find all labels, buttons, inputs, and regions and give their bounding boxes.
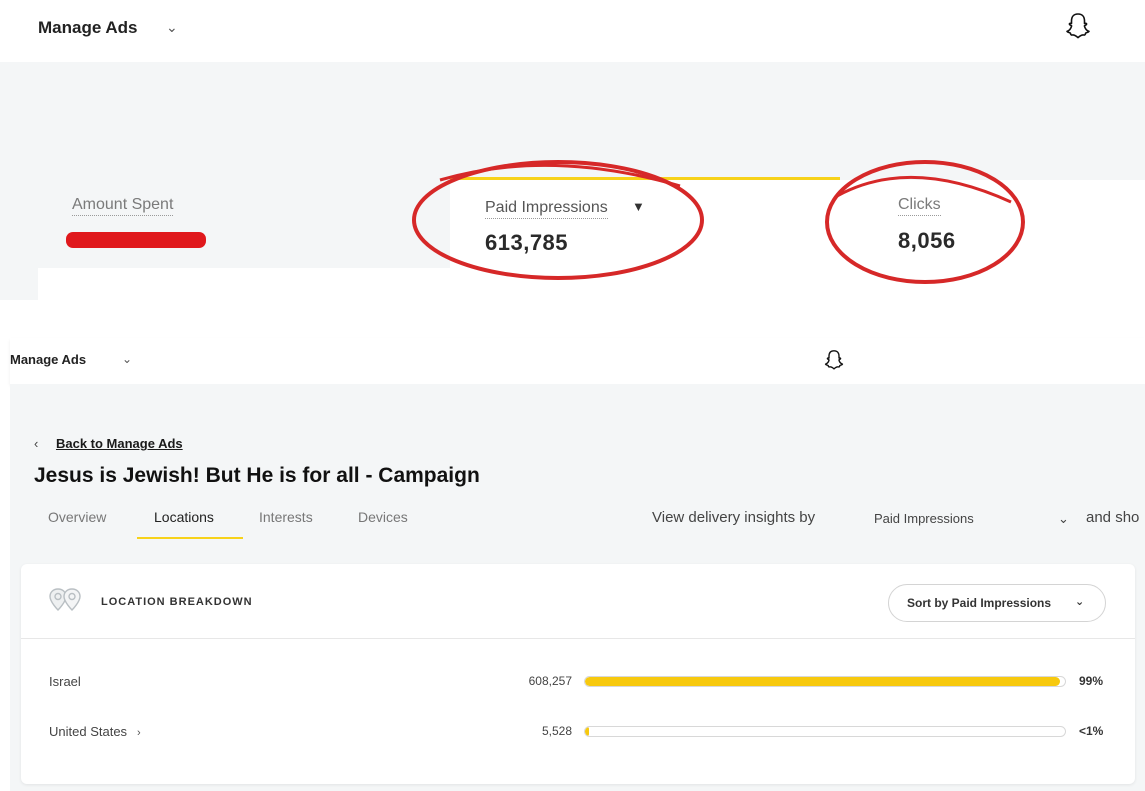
location-percent: <1% (1079, 724, 1104, 738)
manage-ads-title[interactable]: Manage Ads (10, 352, 86, 367)
chevron-down-icon[interactable]: ⌄ (1058, 511, 1069, 527)
delivery-insights-label: View delivery insights by (652, 509, 816, 526)
tab-interests[interactable]: Interests (259, 509, 313, 525)
location-pins-icon (49, 588, 81, 611)
location-name[interactable]: United States › (49, 724, 141, 739)
location-row-united-states[interactable]: United States › 5,528 <1% (21, 724, 1135, 764)
bottom-screenshot: Manage Ads ⌄ ‹ Back to Manage Ads Jesus … (0, 300, 1145, 791)
metrics-panel-bottom (38, 268, 1145, 300)
location-row-israel: Israel 608,257 99% (21, 674, 1135, 714)
tab-devices[interactable]: Devices (358, 509, 408, 525)
tab-overview[interactable]: Overview (48, 509, 106, 525)
amount-spent-card[interactable]: Amount Spent (38, 180, 450, 268)
clicks-label: Clicks (898, 196, 941, 216)
chevron-down-icon[interactable]: ⌄ (122, 352, 132, 366)
chevron-right-icon[interactable]: › (137, 727, 141, 739)
location-breakdown-card: LOCATION BREAKDOWN Sort by Paid Impressi… (21, 564, 1135, 784)
manage-ads-title[interactable]: Manage Ads (38, 18, 138, 38)
progress-fill (585, 727, 590, 736)
sort-label: Sort by Paid Impressions (907, 596, 1052, 610)
snapchat-ghost-icon[interactable] (824, 349, 844, 371)
active-tab-indicator (137, 537, 243, 539)
back-link-row[interactable]: ‹ Back to Manage Ads (34, 436, 183, 451)
sort-dropdown-button[interactable]: Sort by Paid Impressions ⌄ (888, 584, 1106, 622)
clicks-value: 8,056 (898, 228, 956, 253)
top-screenshot: Manage Ads ⌄ Amount Spent Paid Impressio… (0, 0, 1145, 300)
amount-spent-label: Amount Spent (72, 196, 174, 216)
clicks-card[interactable]: Clicks 8,056 (840, 180, 1145, 268)
chevron-down-icon: ⌄ (1075, 596, 1085, 608)
top-header: Manage Ads ⌄ (0, 0, 1145, 62)
location-name-text: United States (49, 724, 128, 739)
tab-locations[interactable]: Locations (154, 509, 214, 525)
chevron-down-icon[interactable]: ⌄ (166, 19, 178, 36)
paid-impressions-label: Paid Impressions (485, 199, 608, 219)
progress-track (584, 676, 1066, 687)
location-percent: 99% (1079, 674, 1104, 688)
campaign-title: Jesus is Jewish! But He is for all - Cam… (34, 464, 480, 487)
paid-impressions-value: 613,785 (485, 230, 569, 255)
redaction-scribble (66, 232, 206, 248)
progress-fill (585, 677, 1061, 686)
back-to-manage-ads-link[interactable]: Back to Manage Ads (56, 436, 183, 451)
paid-impressions-card[interactable]: Paid Impressions ▼ 613,785 (450, 177, 840, 271)
progress-track (584, 726, 1066, 737)
caret-down-icon[interactable]: ▼ (632, 199, 645, 214)
location-value: 5,528 (541, 724, 572, 738)
insights-suffix-label: and sho (1086, 509, 1140, 526)
bottom-header: Manage Ads ⌄ (10, 338, 1145, 384)
insights-metric-select[interactable]: Paid Impressions (874, 511, 974, 526)
chevron-left-icon[interactable]: ‹ (34, 436, 38, 451)
location-breakdown-title: LOCATION BREAKDOWN (101, 596, 253, 608)
location-name: Israel (49, 674, 81, 689)
location-card-header: LOCATION BREAKDOWN Sort by Paid Impressi… (21, 564, 1135, 639)
location-value: 608,257 (528, 674, 572, 688)
snapchat-ghost-icon[interactable] (1065, 12, 1091, 40)
